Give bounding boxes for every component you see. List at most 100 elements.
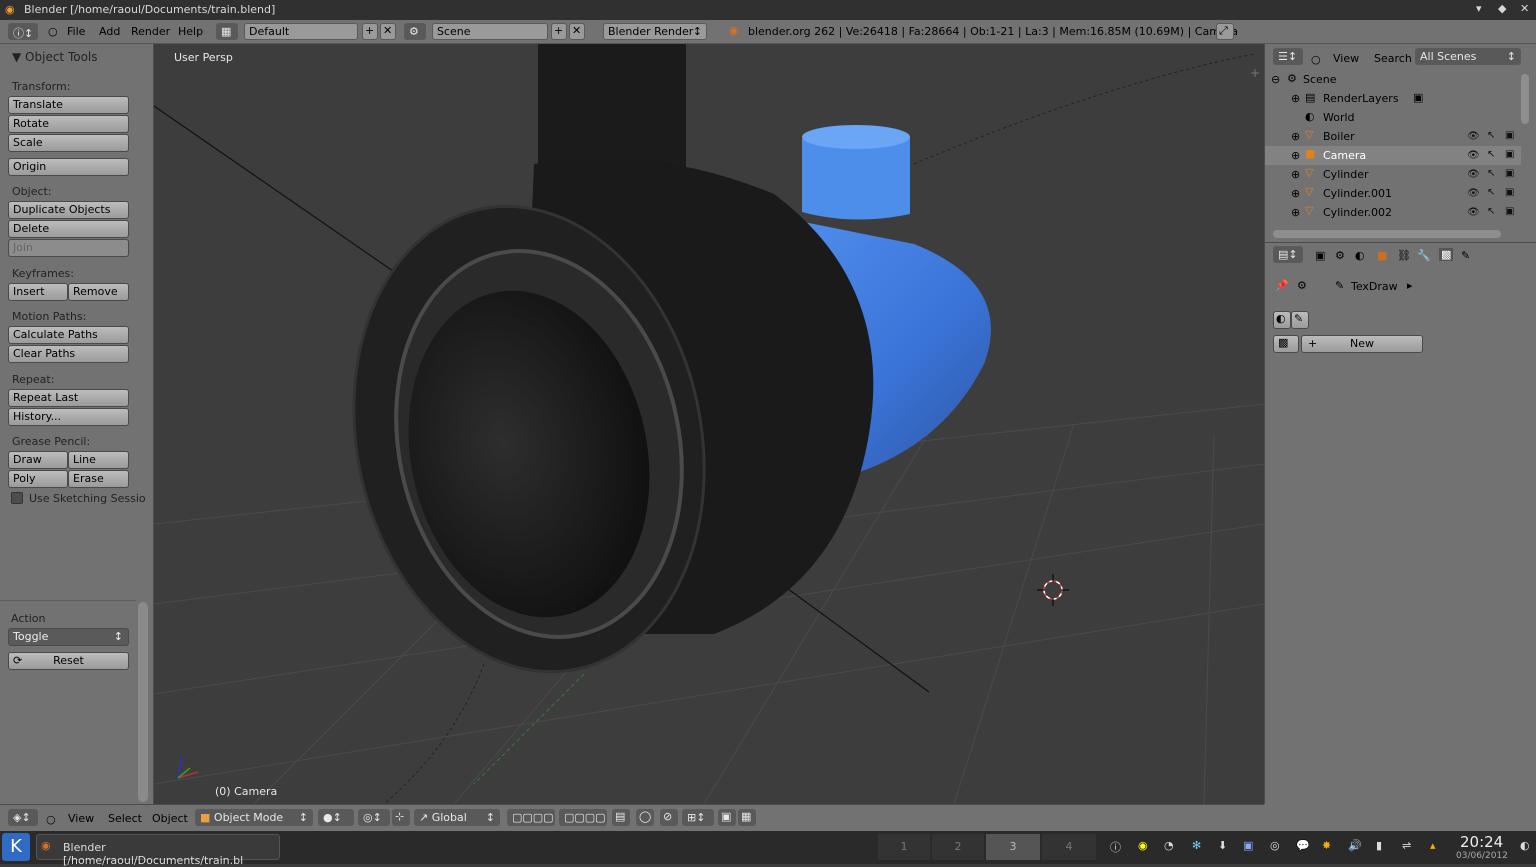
minimize-icon[interactable]: ▾: [1476, 2, 1482, 15]
gp-poly-button[interactable]: Poly: [8, 470, 68, 488]
pivot-point-select[interactable]: ◎↕: [358, 809, 390, 826]
render-toggle-icon[interactable]: ▣: [1505, 130, 1514, 141]
orientation-select[interactable]: ↗ Global ↕: [414, 809, 500, 826]
menu-add[interactable]: Add: [99, 25, 120, 38]
scene-tab-icon[interactable]: ⚙: [1335, 249, 1345, 262]
sketching-checkbox[interactable]: [11, 492, 23, 504]
gp-line-button[interactable]: Line: [68, 451, 129, 469]
expand-icon[interactable]: ⊕: [1291, 130, 1300, 143]
menu-object[interactable]: Object: [152, 812, 188, 825]
outliner-view-menu[interactable]: View: [1333, 52, 1359, 65]
world-tab-icon[interactable]: ◐: [1355, 249, 1365, 262]
select-cursor-icon[interactable]: ↖: [1487, 130, 1495, 141]
mode-select[interactable]: ■ Object Mode ↕: [195, 809, 313, 826]
chat-tray-icon[interactable]: 💬: [1296, 839, 1310, 852]
remove-scene-icon[interactable]: ✕: [569, 23, 585, 40]
desktop-1[interactable]: 1: [878, 834, 930, 860]
chimney[interactable]: [538, 44, 686, 174]
gp-erase-button[interactable]: Erase: [68, 470, 129, 488]
gp-draw-button[interactable]: Draw: [8, 451, 68, 469]
clear-paths-button[interactable]: Clear Paths: [8, 345, 129, 363]
constraints-tab-icon[interactable]: ⛓: [1397, 249, 1411, 262]
add-scene-icon[interactable]: +: [551, 23, 567, 40]
rotate-button[interactable]: Rotate: [8, 115, 129, 133]
media-tray-icon[interactable]: ◎: [1270, 839, 1280, 852]
insert-keyframe-button[interactable]: Insert: [8, 283, 68, 301]
download-tray-icon[interactable]: ⬇: [1218, 839, 1227, 852]
screen-layout-icon[interactable]: ▦: [216, 23, 238, 40]
calculate-paths-button[interactable]: Calculate Paths: [8, 326, 129, 344]
expand-icon[interactable]: ⊕: [1291, 187, 1300, 200]
panel-header-object-tools[interactable]: ▼ Object Tools: [12, 50, 98, 64]
outliner-search-menu[interactable]: Search: [1374, 52, 1412, 65]
desktop-3[interactable]: 3: [986, 834, 1040, 860]
snap-element-select[interactable]: ⊞↕: [682, 809, 714, 826]
visibility-eye-icon[interactable]: 👁: [1467, 207, 1480, 218]
outliner-row-renderlayers[interactable]: ⊕ ▤ RenderLayers ▣: [1265, 89, 1521, 108]
snap-icon[interactable]: ⊘: [660, 809, 678, 826]
viewport-shading-select[interactable]: ●↕: [318, 809, 354, 826]
duplicate-objects-button[interactable]: Duplicate Objects: [8, 201, 129, 219]
outliner-row-world[interactable]: ◐ World: [1265, 108, 1521, 127]
outliner-vscrollbar[interactable]: [1521, 74, 1529, 124]
select-cursor-icon[interactable]: ↖: [1487, 149, 1495, 160]
outliner-hscrollbar[interactable]: [1273, 230, 1501, 238]
expand-icon[interactable]: ⊕: [1291, 92, 1300, 105]
select-cursor-icon[interactable]: ↖: [1487, 206, 1495, 217]
updates-tray-icon[interactable]: ◉: [1138, 839, 1148, 852]
scene-icon[interactable]: ⚙: [404, 23, 426, 40]
outliner-row-scene[interactable]: ⊖ ⚙ Scene: [1265, 70, 1521, 89]
editor-type-info-icon[interactable]: ⓘ↕: [8, 23, 38, 40]
add-layout-icon[interactable]: +: [362, 23, 378, 40]
expand-icon[interactable]: ⊕: [1291, 206, 1300, 219]
3d-viewport[interactable]: User Persp (0) Camera +: [154, 44, 1264, 804]
visibility-eye-icon[interactable]: 👁: [1467, 150, 1480, 161]
select-cursor-icon[interactable]: ↖: [1487, 168, 1495, 179]
modifiers-tab-icon[interactable]: 🔧: [1417, 249, 1431, 262]
history-button[interactable]: History...: [8, 408, 129, 426]
join-button[interactable]: Join: [8, 239, 129, 257]
outliner-collapse-icon[interactable]: ○: [1311, 53, 1321, 66]
clipboard-tray-icon[interactable]: ▣: [1243, 839, 1253, 852]
layout-field[interactable]: Default: [244, 23, 358, 40]
render-toggle-icon[interactable]: ▣: [1505, 168, 1514, 179]
battery-tray-icon[interactable]: ▮: [1376, 839, 1382, 852]
outliner-row-cylinder[interactable]: ⊕ ▽ Cylinder 👁 ↖ ▣: [1265, 165, 1521, 184]
scene-field[interactable]: Scene: [432, 23, 548, 40]
layers-group-2[interactable]: ▢▢▢▢: [559, 809, 607, 826]
desktop-2[interactable]: 2: [932, 834, 984, 860]
origin-button[interactable]: Origin: [8, 158, 129, 176]
clock-time[interactable]: 20:24: [1460, 833, 1503, 851]
texture-slot-icon[interactable]: ◐: [1273, 311, 1291, 329]
delete-button[interactable]: Delete: [8, 220, 129, 238]
3d-cursor-icon[interactable]: [1037, 574, 1069, 606]
render-tab-icon[interactable]: ▣: [1315, 249, 1325, 262]
show-desktop-icon[interactable]: ◐: [1520, 839, 1530, 852]
outliner-filter-select[interactable]: All Scenes ↕: [1415, 48, 1521, 65]
object-tab-icon[interactable]: ■: [1377, 249, 1387, 262]
remove-layout-icon[interactable]: ✕: [380, 23, 396, 40]
translate-button[interactable]: Translate: [8, 96, 129, 114]
proportional-edit-icon[interactable]: ◯: [636, 809, 654, 826]
select-cursor-icon[interactable]: ↖: [1487, 187, 1495, 198]
action-select[interactable]: Toggle ↕: [8, 628, 129, 646]
expand-icon[interactable]: ⊖: [1271, 73, 1280, 86]
info-tray-icon[interactable]: ⓘ: [1110, 839, 1121, 855]
menu-file[interactable]: File: [67, 25, 85, 38]
desktop-4[interactable]: 4: [1042, 834, 1096, 860]
physics-tab-icon[interactable]: ✎: [1461, 249, 1470, 262]
usb-tray-icon[interactable]: ⇌: [1402, 839, 1411, 852]
bluetooth-tray-icon[interactable]: ✻: [1192, 839, 1201, 852]
expand-icon[interactable]: ⊕: [1291, 149, 1300, 162]
repeat-last-button[interactable]: Repeat Last: [8, 389, 129, 407]
maximize-icon[interactable]: ◆: [1498, 2, 1506, 15]
outliner-row-boiler[interactable]: ⊕ ▽ Boiler 👁 ↖ ▣: [1265, 127, 1521, 146]
layers-group-1[interactable]: ▢▢▢▢: [507, 809, 555, 826]
menu-view[interactable]: View: [68, 812, 94, 825]
menu-select[interactable]: Select: [108, 812, 142, 825]
outliner-row-cylinder-002[interactable]: ⊕ ▽ Cylinder.002 👁 ↖ ▣: [1265, 203, 1521, 222]
scale-button[interactable]: Scale: [8, 134, 129, 152]
checker-texture-icon[interactable]: ▩: [1273, 335, 1299, 353]
reset-button[interactable]: ⟳ Reset: [8, 652, 129, 670]
close-icon[interactable]: ✕: [1520, 2, 1529, 15]
